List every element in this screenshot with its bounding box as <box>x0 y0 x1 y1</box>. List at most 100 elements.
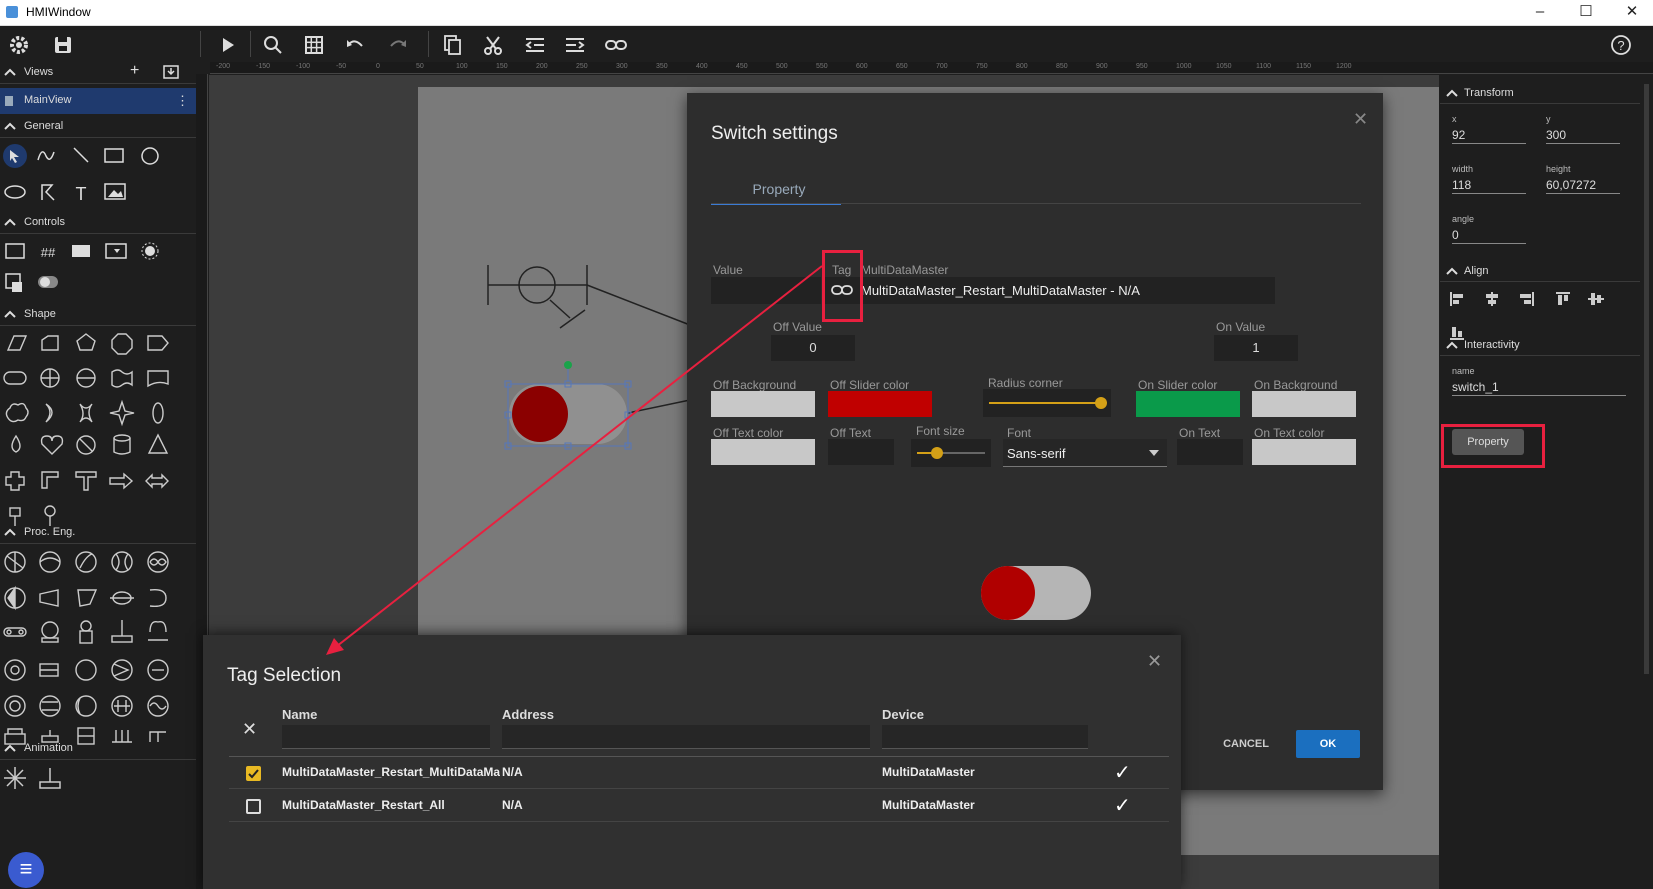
slider-thumb[interactable] <box>1095 397 1107 409</box>
device-filter-input[interactable] <box>882 725 1088 749</box>
cut-icon[interactable] <box>480 32 506 58</box>
off-text-color-swatch[interactable] <box>711 439 815 465</box>
l-shape-icon[interactable] <box>41 471 59 489</box>
cancel-button[interactable]: CANCEL <box>1214 730 1278 758</box>
shape-section-header[interactable]: Shape <box>0 304 196 326</box>
off-background-swatch[interactable] <box>711 391 815 417</box>
transform-section-header[interactable]: Transform <box>1440 82 1640 104</box>
wave-pump-icon[interactable] <box>147 695 169 717</box>
play-icon[interactable] <box>214 32 240 58</box>
nozzle-icon[interactable] <box>39 589 59 607</box>
chart-control-icon[interactable] <box>5 273 22 292</box>
panel-scrollbar[interactable] <box>1644 84 1649 674</box>
no-symbol-shape-icon[interactable] <box>76 435 96 455</box>
blower-icon[interactable] <box>110 591 134 605</box>
infinity-icon[interactable] <box>147 551 169 573</box>
separator-icon[interactable] <box>111 695 133 717</box>
grid-icon[interactable] <box>301 32 327 58</box>
t-shape-icon[interactable] <box>75 471 97 491</box>
proc-eng-section-header[interactable]: Proc. Eng. <box>0 522 196 544</box>
main-view-menu-button[interactable]: ⋮ <box>176 93 189 109</box>
off-text-field[interactable] <box>828 439 894 465</box>
star-shape-icon[interactable] <box>109 399 135 427</box>
off-value-field[interactable]: 0 <box>771 335 855 361</box>
font-size-slider[interactable] <box>911 439 991 467</box>
rectangle-tool-icon[interactable] <box>104 148 124 163</box>
x-field[interactable]: 92 <box>1452 126 1526 144</box>
parallelogram-shape-icon[interactable] <box>6 335 28 351</box>
fan-icon[interactable] <box>75 551 97 573</box>
cyclone-icon[interactable] <box>149 588 167 608</box>
row-checkbox-checked[interactable] <box>246 766 261 781</box>
piston-icon[interactable] <box>39 768 61 789</box>
maximize-button[interactable]: ☐ <box>1566 2 1606 24</box>
wave-shape-icon[interactable] <box>111 369 133 388</box>
undo-icon[interactable] <box>342 32 368 58</box>
switch-control-icon[interactable] <box>38 276 58 288</box>
name-field[interactable]: switch_1 <box>1452 378 1626 396</box>
align-right-icon[interactable] <box>1520 292 1534 306</box>
row-checkbox-unchecked[interactable] <box>246 799 261 814</box>
main-menu-fab[interactable]: ≡ <box>8 852 44 888</box>
double-arrow-shape-icon[interactable] <box>145 473 169 489</box>
general-section-header[interactable]: General <box>0 116 196 138</box>
agitator-icon[interactable] <box>79 620 93 644</box>
drum-icon[interactable] <box>75 695 97 717</box>
html-control-icon[interactable] <box>141 242 159 260</box>
rounded-rect-shape-icon[interactable] <box>3 371 27 385</box>
card-shape-icon[interactable] <box>41 335 59 351</box>
select-control-icon[interactable] <box>105 243 127 259</box>
vessel-icon[interactable] <box>75 659 97 681</box>
controls-section-header[interactable]: Controls <box>0 212 196 234</box>
slider-thumb[interactable] <box>931 447 943 459</box>
reactor-icon[interactable] <box>39 695 61 717</box>
pentagon-shape-icon[interactable] <box>76 333 96 351</box>
zoom-icon[interactable] <box>260 32 286 58</box>
check-valve-icon[interactable] <box>147 659 169 681</box>
valve-motor-icon[interactable] <box>4 585 26 611</box>
width-field[interactable]: 118 <box>1452 176 1526 194</box>
switch-preview[interactable] <box>981 566 1091 620</box>
clear-filter-button[interactable]: ✕ <box>242 719 257 740</box>
import-icon[interactable] <box>163 65 179 79</box>
path-tool-icon[interactable] <box>41 184 55 201</box>
mixer-icon[interactable] <box>111 551 133 573</box>
gear-icon[interactable] <box>6 32 32 58</box>
on-slider-color-swatch[interactable] <box>1136 391 1240 417</box>
selected-switch[interactable] <box>504 361 632 450</box>
input-control-icon[interactable]: ## <box>41 245 56 260</box>
value-control-icon[interactable] <box>5 243 25 259</box>
column-header-address[interactable]: Address <box>502 707 554 722</box>
align-section-header[interactable]: Align <box>1440 260 1640 282</box>
pointer-tool-icon[interactable] <box>3 144 27 168</box>
close-dialog-button[interactable]: ✕ <box>1353 109 1368 130</box>
star4-shape-icon[interactable] <box>79 403 93 423</box>
circle-tool-icon[interactable] <box>141 147 159 165</box>
name-filter-input[interactable] <box>282 725 490 749</box>
link-icon[interactable] <box>603 32 629 58</box>
cross-shape-icon[interactable] <box>5 471 25 491</box>
close-window-button[interactable]: ✕ <box>1612 2 1652 24</box>
motor-icon[interactable] <box>41 621 59 643</box>
turbine-icon[interactable] <box>111 659 133 681</box>
image-tool-icon[interactable] <box>104 183 126 200</box>
symbol-line[interactable] <box>549 299 571 319</box>
address-filter-input[interactable] <box>502 725 870 749</box>
button-control-icon[interactable] <box>72 245 90 257</box>
save-icon[interactable] <box>50 32 76 58</box>
angle-field[interactable]: 0 <box>1452 226 1526 244</box>
column-header-name[interactable]: Name <box>282 707 317 722</box>
funnel-icon[interactable] <box>77 589 98 607</box>
radius-corner-slider[interactable] <box>983 389 1111 417</box>
views-section-header[interactable]: Views + <box>0 62 196 84</box>
tank-icon[interactable] <box>148 621 168 641</box>
divided-circle-shape-icon[interactable] <box>76 368 96 388</box>
arrow-right-shape-icon[interactable] <box>109 472 134 490</box>
oval-shape-icon[interactable] <box>152 402 164 424</box>
text-tool-icon[interactable]: T <box>76 184 87 204</box>
font-select[interactable]: Sans-serif <box>1003 439 1167 467</box>
help-icon[interactable]: ? <box>1608 32 1634 58</box>
copy-icon[interactable] <box>440 32 466 58</box>
on-text-color-swatch[interactable] <box>1252 439 1356 465</box>
indent-icon[interactable] <box>522 32 548 58</box>
